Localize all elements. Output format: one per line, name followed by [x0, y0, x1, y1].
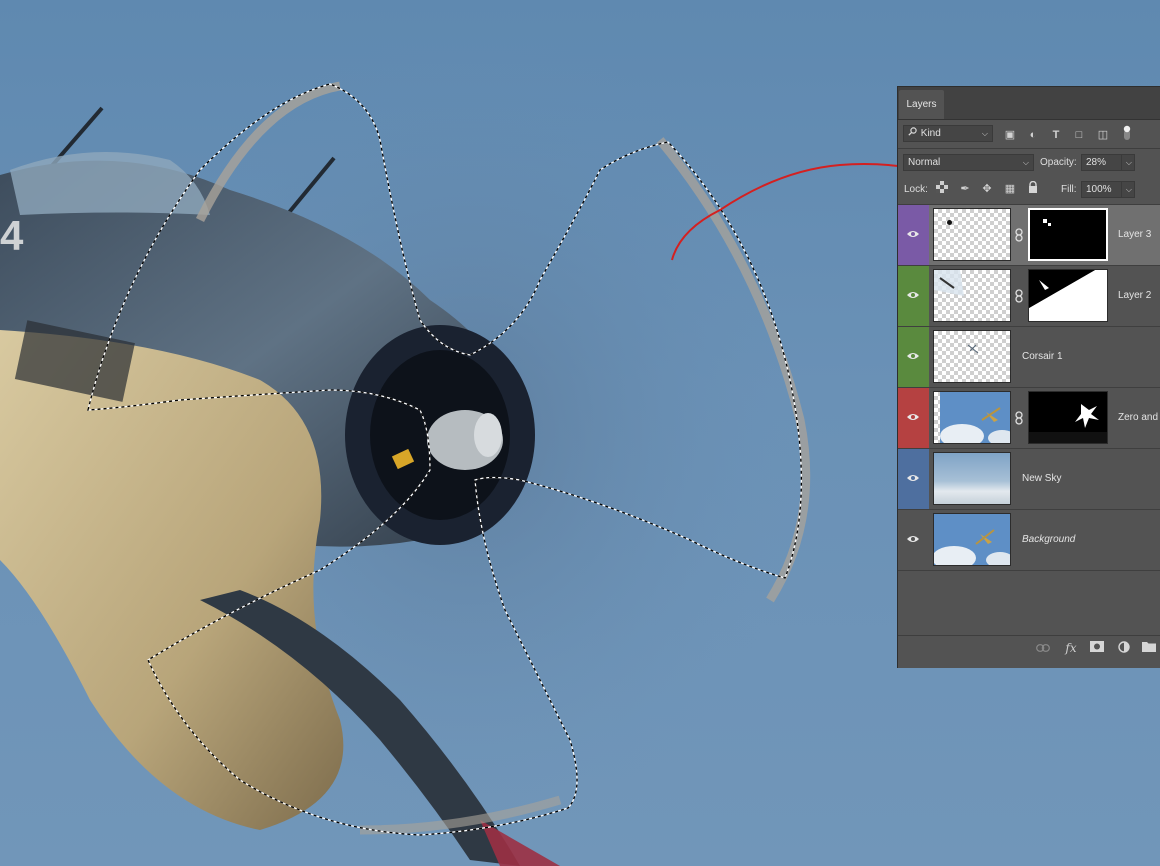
layer-thumbnail[interactable]: [933, 513, 1011, 566]
opacity-field[interactable]: 28%: [1081, 154, 1122, 171]
chain-link-icon[interactable]: [1014, 228, 1024, 242]
layer-style-fx-button[interactable]: fx: [1064, 641, 1078, 655]
eye-icon[interactable]: [906, 351, 920, 361]
filter-kind-select[interactable]: Kind ⌵: [903, 125, 993, 142]
eye-icon[interactable]: [906, 290, 920, 300]
blend-row: Normal ⌵ Opacity: 28% ⌵: [898, 152, 1160, 172]
layer-thumbnail[interactable]: [933, 208, 1011, 261]
opacity-dropdown[interactable]: ⌵: [1121, 154, 1135, 171]
layer-row-corsair-1[interactable]: Corsair 1: [898, 327, 1160, 388]
layer-thumbnail[interactable]: [933, 330, 1011, 383]
layers-panel: Layers Kind ⌵ ▣ ◐ T □ ◫ Normal ⌵ Opacity…: [897, 86, 1160, 668]
panel-tabbar: Layers: [898, 87, 1160, 120]
chain-link-icon[interactable]: [1014, 289, 1024, 303]
chain-link-icon[interactable]: [1014, 411, 1024, 425]
chevron-down-icon: ⌵: [1125, 158, 1132, 167]
layer-mask-thumbnail[interactable]: [1028, 208, 1108, 261]
divider: [898, 148, 1160, 149]
folder-icon[interactable]: [1142, 641, 1156, 655]
search-icon: [908, 126, 918, 141]
lock-move-icon[interactable]: ✥: [979, 181, 995, 197]
fill-dropdown[interactable]: ⌵: [1121, 181, 1135, 198]
layer-row-background[interactable]: Background: [898, 510, 1160, 571]
chevron-down-icon: ⌵: [981, 129, 988, 138]
link-layers-icon[interactable]: [1036, 641, 1050, 655]
eye-icon[interactable]: [906, 473, 920, 483]
layer-mask-thumbnail[interactable]: [1028, 391, 1108, 444]
filter-kind-label: Kind: [920, 128, 941, 139]
add-mask-icon[interactable]: [1090, 641, 1104, 655]
lock-brush-icon[interactable]: ✒: [957, 181, 973, 197]
layer-row-layer-2[interactable]: Layer 2: [898, 266, 1160, 327]
blend-mode-select[interactable]: Normal ⌵: [903, 154, 1034, 171]
eye-icon[interactable]: [906, 412, 920, 422]
opacity-label: Opacity:: [1040, 157, 1077, 168]
filter-smart-object-icon[interactable]: ◫: [1095, 127, 1111, 143]
lock-transparent-icon[interactable]: [934, 181, 950, 197]
fill-field[interactable]: 100%: [1081, 181, 1122, 198]
blend-mode-value: Normal: [908, 157, 941, 168]
filter-row: Kind ⌵ ▣ ◐ T □ ◫: [898, 123, 1160, 145]
layer-thumbnail[interactable]: [933, 269, 1011, 322]
svg-text:4: 4: [0, 212, 24, 259]
lock-artboard-icon[interactable]: ▦: [1002, 181, 1018, 197]
filter-pixel-icon[interactable]: ▣: [1002, 127, 1018, 143]
fill-label: Fill:: [1061, 184, 1077, 195]
adjustment-layer-icon[interactable]: [1117, 641, 1131, 655]
layer-mask-thumbnail[interactable]: [1028, 269, 1108, 322]
layer-name[interactable]: Corsair 1: [1022, 351, 1063, 362]
canopy: [10, 152, 210, 215]
layer-thumbnail[interactable]: [933, 452, 1011, 505]
filter-adjustment-icon[interactable]: ◐: [1025, 127, 1041, 143]
tab-layers[interactable]: Layers: [899, 90, 944, 119]
lock-all-icon[interactable]: [1025, 180, 1041, 197]
layer-row-layer-3[interactable]: Layer 3: [898, 205, 1160, 266]
filter-toggle-icon[interactable]: [1119, 125, 1135, 141]
lock-row: Lock: ✒ ✥ ▦ Fill: 100% ⌵: [898, 179, 1160, 199]
chevron-down-icon: ⌵: [1022, 158, 1029, 167]
filter-shape-icon[interactable]: □: [1071, 127, 1087, 143]
eye-icon[interactable]: [906, 534, 920, 544]
panel-bottom-toolbar: fx: [898, 635, 1160, 661]
layer-name[interactable]: Layer 2: [1118, 290, 1151, 301]
chevron-down-icon: ⌵: [1125, 185, 1132, 194]
filter-type-icon[interactable]: T: [1048, 127, 1064, 143]
eye-icon[interactable]: [906, 229, 920, 239]
layer-name[interactable]: Layer 3: [1118, 229, 1151, 240]
layer-row-new-sky[interactable]: New Sky: [898, 449, 1160, 510]
layer-thumbnail[interactable]: [933, 391, 1011, 444]
lock-label: Lock:: [904, 184, 928, 195]
layer-name[interactable]: Zero and: [1118, 412, 1158, 423]
layer-name[interactable]: Background: [1022, 534, 1075, 545]
layer-row-zero-and[interactable]: Zero and: [898, 388, 1160, 449]
layer-name[interactable]: New Sky: [1022, 473, 1061, 484]
